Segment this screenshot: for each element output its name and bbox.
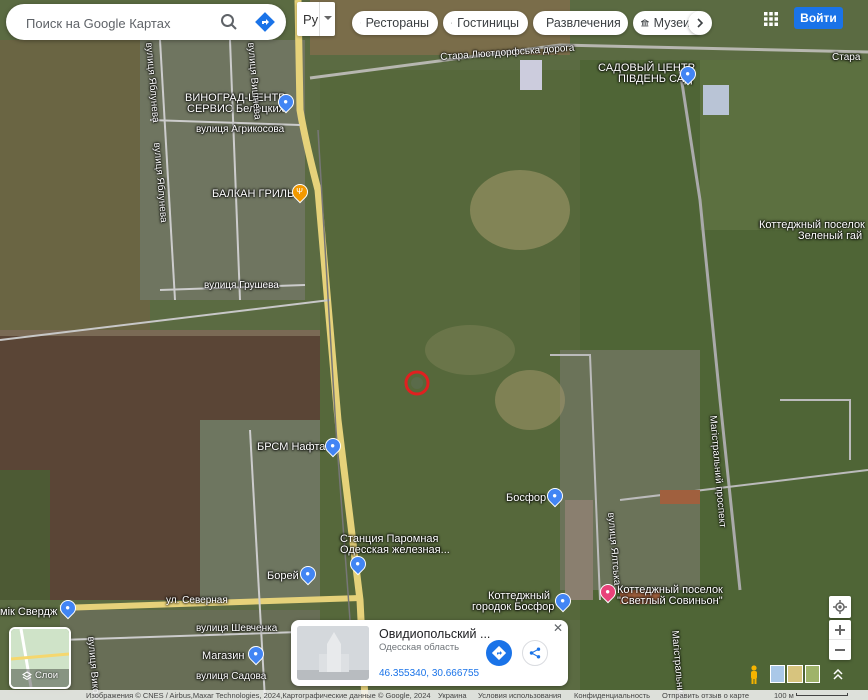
- footer-country[interactable]: Украина: [438, 691, 467, 700]
- zoom-in-icon[interactable]: [829, 620, 851, 640]
- map-label-kottedzh-bosfor-2[interactable]: городок Босфор: [472, 601, 554, 613]
- fork-knife-icon: [360, 22, 361, 24]
- place-card[interactable]: Овидиопольский ... Одесская область 46.3…: [291, 620, 568, 686]
- search-icon[interactable]: [217, 10, 241, 34]
- zoom-control: [829, 620, 851, 660]
- scale-label[interactable]: 100 м: [774, 691, 794, 700]
- chevron-down-icon[interactable]: [319, 2, 336, 36]
- street-shevchenka: вулиця Шевченка: [196, 623, 278, 634]
- map-label-bosfor[interactable]: Босфор: [506, 492, 546, 504]
- footer-privacy-link[interactable]: Конфиденциальность: [574, 691, 650, 700]
- place-subtitle: Одесская область: [379, 642, 460, 653]
- my-location-icon: [833, 600, 847, 614]
- street-stara: Стара: [832, 52, 861, 63]
- chip-restaurants-label: Рестораны: [365, 16, 429, 30]
- chip-museums-label: Музеи: [653, 16, 690, 30]
- map-label-stanciya-2[interactable]: Одесская железная...: [340, 544, 450, 556]
- share-button[interactable]: [522, 640, 548, 666]
- chip-hotels[interactable]: Гостиницы: [443, 11, 528, 35]
- map-label-svetly-2[interactable]: "Светлый Совиньон": [617, 595, 723, 607]
- layers-label: Слои: [34, 670, 59, 681]
- language-label: Ру: [303, 12, 319, 27]
- sign-in-button[interactable]: Войти: [794, 7, 843, 29]
- my-location-button[interactable]: [829, 596, 851, 618]
- close-icon[interactable]: ✕: [553, 622, 565, 634]
- map-footer: Изображения © CNES / Airbus,Maxar Techno…: [0, 690, 868, 700]
- place-title[interactable]: Овидиопольский ...: [379, 627, 490, 641]
- pegman-icon[interactable]: [745, 664, 763, 686]
- imagery-thumb-1[interactable]: [770, 665, 786, 683]
- map-label-vinograd-2[interactable]: СЕРВИС Белецких: [187, 103, 284, 115]
- chip-entertainment[interactable]: Развлечения: [533, 11, 628, 35]
- imagery-thumbnails[interactable]: [770, 665, 820, 683]
- chip-entertainment-label: Развлечения: [546, 16, 621, 30]
- share-icon: [529, 647, 541, 659]
- street-sadova: вулиця Садова: [196, 671, 267, 682]
- map-label-balkan[interactable]: БАЛКАН ГРИЛЬ: [212, 188, 294, 200]
- map-label-mik[interactable]: мік Свердж: [0, 606, 57, 618]
- map-label-magazin[interactable]: Магазин: [202, 650, 244, 662]
- chevron-right-icon[interactable]: [688, 11, 712, 35]
- street-agricosova: вулиця Агрикосова: [196, 124, 285, 135]
- directions-icon: [492, 646, 506, 660]
- layers-button[interactable]: Слои: [9, 627, 71, 689]
- apps-grid-icon[interactable]: [763, 11, 779, 27]
- expand-up-icon[interactable]: [826, 665, 850, 685]
- imagery-thumb-3[interactable]: [804, 665, 820, 683]
- scale-bar: [796, 693, 848, 696]
- map-label-zeleny-2[interactable]: Зеленый гай: [798, 230, 862, 242]
- directions-icon[interactable]: [253, 10, 277, 34]
- village-area: [140, 40, 305, 300]
- street-severnaya: ул. Северная: [166, 595, 228, 606]
- satellite-map[interactable]: [0, 0, 868, 700]
- imagery-credits: Изображения © CNES / Airbus,Maxar Techno…: [86, 691, 431, 700]
- chip-hotels-label: Гостиницы: [457, 16, 519, 30]
- layers-icon: [21, 670, 32, 680]
- search-input[interactable]: [24, 12, 218, 34]
- place-photo[interactable]: [297, 626, 369, 680]
- map-label-brsm[interactable]: БРСМ Нафта: [257, 441, 325, 453]
- footer-feedback-link[interactable]: Отправить отзыв о карте: [662, 691, 749, 700]
- street-grusheva: вулиця Грушева: [204, 280, 279, 291]
- field-area: [0, 40, 150, 340]
- zoom-out-icon[interactable]: [829, 640, 851, 660]
- map-label-borei[interactable]: Борей: [267, 570, 299, 582]
- language-selector[interactable]: Ру: [297, 2, 335, 36]
- bed-icon: [451, 22, 453, 24]
- imagery-thumb-2[interactable]: [787, 665, 803, 683]
- search-box: [6, 4, 286, 40]
- chip-restaurants[interactable]: Рестораны: [352, 11, 438, 35]
- footer-terms-link[interactable]: Условия использования: [478, 691, 561, 700]
- directions-button[interactable]: [486, 640, 512, 666]
- place-coordinates[interactable]: 46.355340, 30.666755: [379, 668, 479, 679]
- museum-icon: [641, 19, 649, 27]
